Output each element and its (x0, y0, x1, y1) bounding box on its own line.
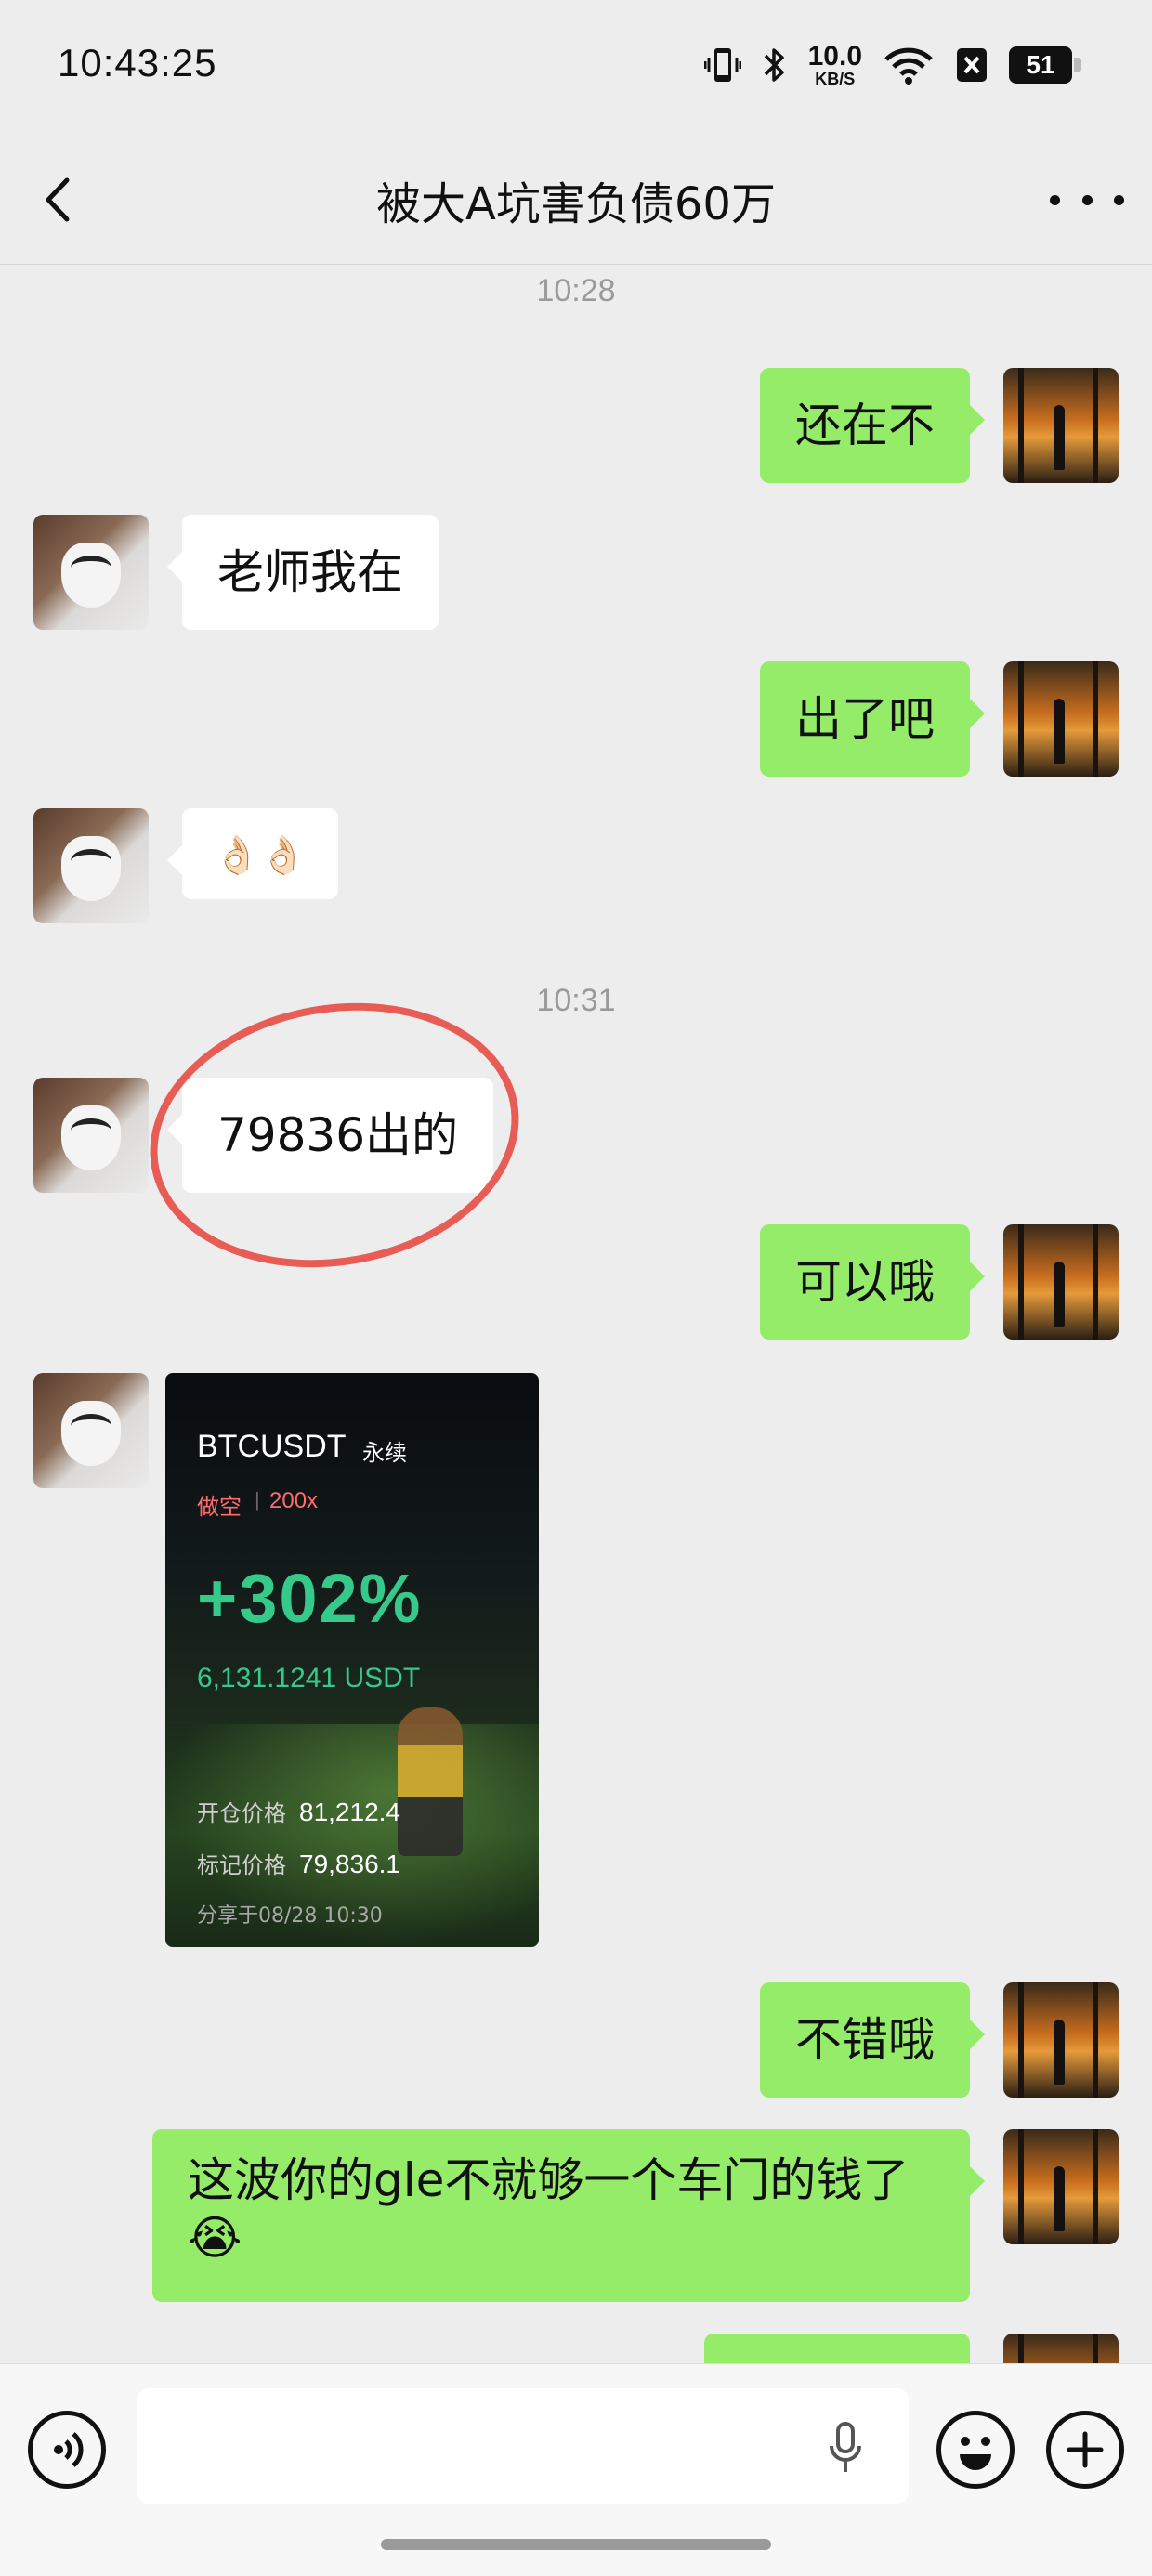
trade-separator: | (255, 1488, 260, 1511)
shared-at: 分享于08/28 10:30 (197, 1904, 383, 1928)
voice-icon[interactable] (28, 2411, 106, 2489)
avatar[interactable] (33, 515, 149, 630)
avatar[interactable] (1003, 1224, 1119, 1340)
status-time: 10:43:25 (58, 41, 217, 85)
pnl-amount: 6,131.1241 USDT (197, 1663, 421, 1693)
mic-icon[interactable] (827, 2420, 864, 2476)
chat-title: 被大A坑害负债60万 (376, 178, 776, 230)
avatar[interactable] (33, 1373, 149, 1488)
wifi-icon (884, 47, 933, 85)
emoji-icon[interactable] (936, 2411, 1015, 2489)
network-speed: 10.0 KB/S (807, 41, 862, 88)
status-bar: 10:43:25 10.0 KB/S 51 (0, 0, 1152, 139)
avatar[interactable] (1003, 661, 1119, 777)
message-input[interactable] (137, 2388, 909, 2504)
message-bubble-out[interactable]: 出了吧 (760, 661, 985, 777)
open-price: 81,212.4 (299, 1798, 400, 1826)
mark-price: 79,836.1 (299, 1850, 400, 1878)
battery-level: 51 (1026, 50, 1055, 79)
trade-side: 做空 (197, 1494, 242, 1520)
trade-share-card[interactable]: BTCUSDT 永续 做空 | 200x +302% 6,131.1241 US… (165, 1373, 539, 1947)
trade-leverage: 200x (269, 1488, 319, 1513)
network-speed-value: 10.0 (807, 41, 862, 72)
plus-icon[interactable] (1046, 2411, 1124, 2489)
nav-bar: 被大A坑害负债60万 (0, 139, 1152, 265)
open-price-row: 开仓价格 81,212.4 (197, 1795, 400, 1827)
trade-pair: BTCUSDT (197, 1429, 347, 1464)
message-bubble-out[interactable]: 可以哦 (760, 1224, 985, 1340)
red-circle-annotation (128, 974, 541, 1296)
avatar[interactable] (33, 1078, 149, 1193)
input-bar (0, 2363, 1152, 2576)
message-bubble-in[interactable]: 👌🏻👌🏻 (167, 808, 338, 899)
message-bubble-out[interactable]: 这波你的gle不就够一个车门的钱了😭 (152, 2129, 985, 2302)
battery-icon: 51 (1009, 46, 1081, 84)
timestamp: 10:31 (536, 983, 616, 1018)
status-icons: 10.0 KB/S 51 (703, 41, 1081, 88)
avatar[interactable] (33, 808, 149, 923)
more-dots-icon[interactable] (1050, 177, 1124, 223)
network-speed-unit: KB/S (815, 70, 856, 88)
vibrate-icon (703, 48, 741, 82)
sim-off-icon (957, 48, 987, 82)
message-bubble-out[interactable]: 还在不 (760, 368, 985, 483)
avatar[interactable] (1003, 2129, 1119, 2244)
home-indicator[interactable] (381, 2539, 771, 2550)
mark-price-label: 标记价格 (197, 1852, 286, 1878)
timestamp: 10:28 (536, 273, 616, 308)
avatar[interactable] (1003, 1982, 1119, 2098)
message-bubble-out[interactable]: 不错哦 (760, 1982, 985, 2098)
open-price-label: 开仓价格 (197, 1800, 286, 1826)
card-background-player (398, 1707, 463, 1856)
avatar[interactable] (1003, 368, 1119, 483)
bluetooth-icon (764, 48, 784, 82)
mark-price-row: 标记价格 79,836.1 (197, 1847, 400, 1879)
message-bubble-in[interactable]: 老师我在 (167, 515, 439, 630)
contract-type: 永续 (362, 1440, 407, 1466)
pnl-percent: +302% (197, 1560, 423, 1637)
